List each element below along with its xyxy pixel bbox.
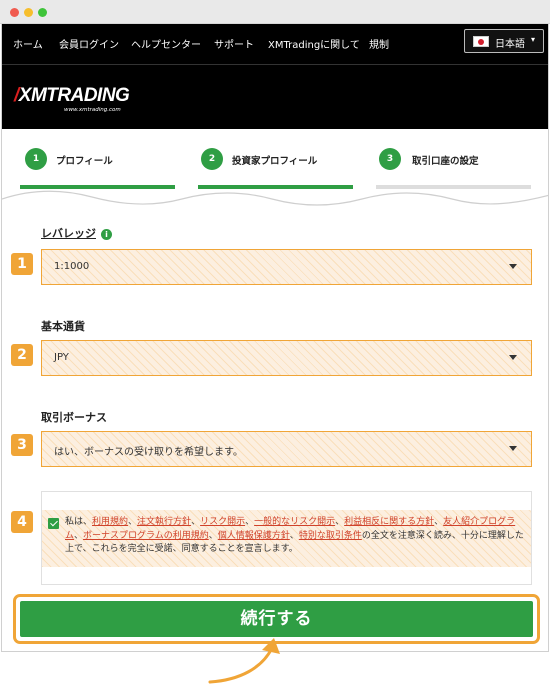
terms-prefix: 私は、 — [65, 517, 93, 527]
window-maximize-dot[interactable] — [38, 8, 47, 17]
page-frame: ホーム 会員ログイン ヘルプセンター サポート XMTradingに関して 規制… — [1, 24, 549, 652]
curved-arrow-icon — [208, 638, 280, 684]
bonus-value: はい、ボーナスの受け取りを希望します。 — [54, 447, 243, 458]
terms-agreement-box: 私は、利用規約、注文執行方針、リスク開示、一般的なリスク開示、利益相反に関する方… — [41, 491, 532, 585]
chevron-down-icon — [509, 264, 517, 269]
xmtrading-logo[interactable]: /XMTRADING — [14, 85, 130, 107]
step-badge-3: 3 — [11, 434, 33, 456]
checkbox-checked-icon[interactable] — [48, 518, 59, 529]
terms-link-conflict-of-interest[interactable]: 利益相反に関する方針 — [344, 517, 434, 527]
currency-label: 基本通貨 — [41, 320, 85, 333]
top-nav: ホーム 会員ログイン ヘルプセンター サポート XMTradingに関して 規制… — [2, 24, 548, 65]
terms-separator: 、 — [434, 517, 444, 527]
terms-separator: 、 — [289, 530, 299, 541]
logo-url: www.xmtrading.com — [64, 107, 121, 113]
leverage-value: 1:1000 — [54, 261, 90, 272]
chevron-down-icon: ▾ — [531, 35, 536, 44]
step-badge-2: 2 — [11, 344, 33, 366]
language-selector[interactable]: 日本語 ▾ — [464, 29, 544, 53]
chevron-down-icon — [509, 355, 517, 360]
logo-band: /XMTRADING www.xmtrading.com — [2, 65, 548, 129]
step-2-number: 2 — [201, 148, 223, 170]
terms-link-order-execution[interactable]: 注文執行方針 — [137, 517, 191, 527]
terms-separator: 、 — [245, 517, 255, 527]
terms-link-general-risk[interactable]: 一般的なリスク開示 — [254, 517, 335, 527]
bonus-label: 取引ボーナス — [41, 411, 107, 424]
step-2-label: 投資家プロフィール — [232, 156, 318, 167]
chevron-down-icon — [509, 446, 517, 451]
nav-item-about[interactable]: XMTradingに関して — [268, 36, 360, 51]
browser-titlebar — [0, 0, 550, 24]
nav-item-home[interactable]: ホーム — [13, 36, 43, 51]
step-1-label: プロフィール — [56, 156, 113, 167]
step-badge-4: 4 — [11, 511, 33, 533]
info-icon[interactable]: i — [101, 229, 112, 240]
terms-link-privacy-policy[interactable]: 個人情報保護方針 — [218, 531, 290, 541]
window-minimize-dot[interactable] — [24, 8, 33, 17]
nav-item-support[interactable]: サポート — [214, 36, 254, 51]
nav-item-member-login[interactable]: 会員ログイン — [59, 36, 119, 51]
currency-value: JPY — [54, 352, 69, 363]
logo-text: XMTRADING — [18, 85, 130, 106]
terms-link-risk-disclosure[interactable]: リスク開示 — [200, 517, 245, 527]
japan-flag-icon — [473, 36, 489, 47]
terms-separator: 、 — [208, 530, 218, 541]
bonus-select[interactable]: はい、ボーナスの受け取りを希望します。 — [41, 431, 532, 467]
step-3-number: 3 — [379, 148, 401, 170]
window-close-dot[interactable] — [10, 8, 19, 17]
progress-steps: 1 プロフィール 2 投資家プロフィール 3 取引口座の設定 — [2, 129, 548, 195]
terms-link-bonus-terms[interactable]: ボーナスプログラムの利用規約 — [83, 531, 209, 541]
terms-link-special-conditions[interactable]: 特別な取引条件 — [299, 531, 362, 541]
step-badge-1: 1 — [11, 253, 33, 275]
torn-edge-divider — [2, 190, 548, 213]
terms-separator: 、 — [335, 517, 345, 527]
terms-separator: 、 — [128, 517, 138, 527]
terms-text: 私は、利用規約、注文執行方針、リスク開示、一般的なリスク開示、利益相反に関する方… — [65, 516, 525, 557]
currency-select[interactable]: JPY — [41, 340, 532, 376]
terms-separator: 、 — [74, 530, 84, 541]
step-3-label: 取引口座の設定 — [412, 156, 479, 167]
leverage-select[interactable]: 1:1000 — [41, 249, 532, 285]
nav-item-regulation[interactable]: 規制 — [369, 36, 389, 51]
terms-separator: 、 — [191, 517, 201, 527]
nav-item-help-center[interactable]: ヘルプセンター — [131, 36, 201, 51]
step-1-number: 1 — [25, 148, 47, 170]
terms-link-terms-of-use[interactable]: 利用規約 — [92, 517, 128, 527]
language-label: 日本語 — [495, 39, 525, 50]
leverage-label: レバレッジ — [41, 227, 96, 240]
